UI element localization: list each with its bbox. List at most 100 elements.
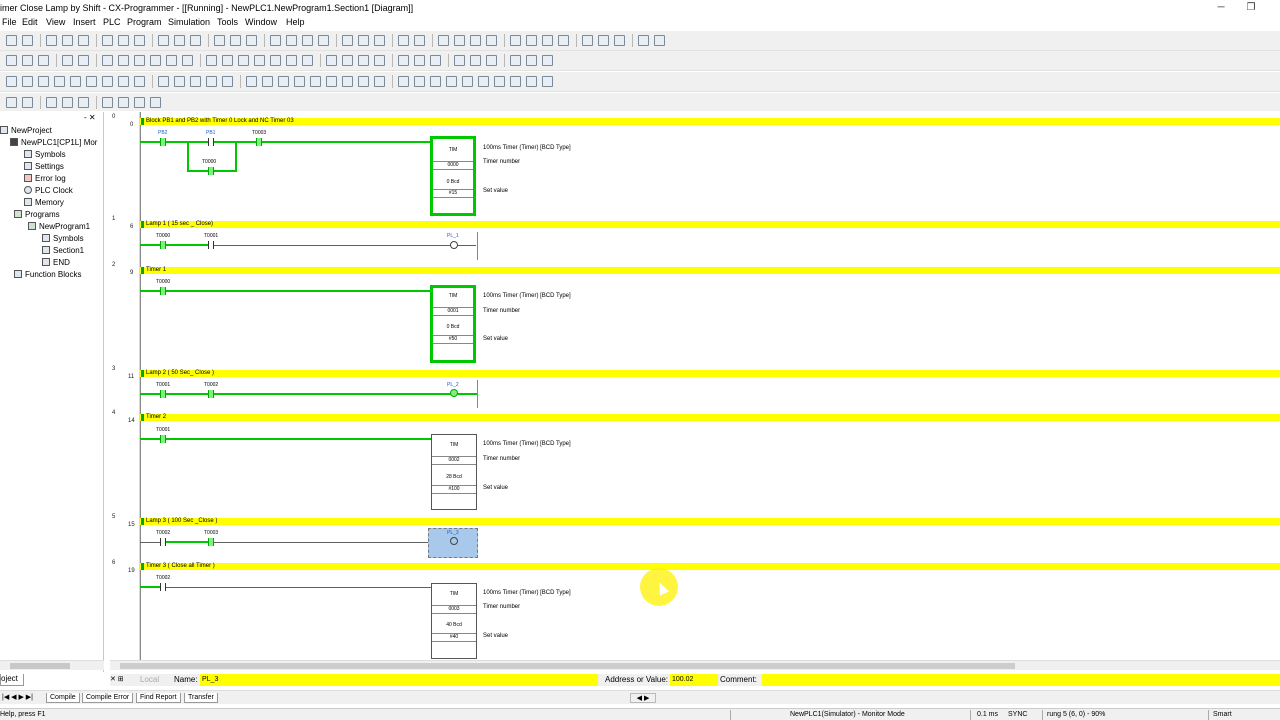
toolbar-tool-icon[interactable] [206, 76, 217, 87]
toolbar-tool-icon[interactable] [102, 97, 113, 108]
toolbar-tool-icon[interactable] [414, 35, 425, 46]
toolbar-tool-icon[interactable] [246, 35, 257, 46]
toolbar-tool-icon[interactable] [190, 76, 201, 87]
toolbar-tool-icon[interactable] [78, 35, 89, 46]
toolbar-tool-icon[interactable] [22, 55, 33, 66]
toolbar-tool-icon[interactable] [70, 76, 81, 87]
menu-help[interactable]: Help [286, 17, 305, 27]
timer-block[interactable]: TIM 0003 40 Bcd #40 [431, 583, 477, 659]
timer-block-active[interactable]: TIM 0000 0 Bcd #15 [430, 136, 476, 216]
toolbar-tool-icon[interactable] [526, 76, 537, 87]
toolbar-tool-icon[interactable] [454, 55, 465, 66]
menu-tools[interactable]: Tools [217, 17, 238, 27]
minimize-button[interactable]: ─ [1206, 0, 1236, 16]
tab-compile-error[interactable]: Compile Error [82, 693, 134, 703]
toolbar-tool-icon[interactable] [86, 76, 97, 87]
diagram-scroll-thumb[interactable] [120, 663, 1015, 669]
tab-transfer[interactable]: Transfer [184, 693, 218, 703]
toolbar-tool-icon[interactable] [150, 97, 161, 108]
rung-comment[interactable]: Block PB1 and PB2 with Timer 0 Lock and … [140, 118, 1280, 125]
toolbar-tool-icon[interactable] [158, 76, 169, 87]
rung-comment[interactable]: Lamp 2 ( 50 Sec_ Close ) [140, 370, 1280, 377]
toolbar-tool-icon[interactable] [374, 76, 385, 87]
toolbar-tool-icon[interactable] [38, 76, 49, 87]
tree-item-section1[interactable]: Section1 [0, 245, 97, 257]
no-contact[interactable] [160, 538, 166, 546]
no-contact-energized[interactable] [160, 390, 166, 398]
toolbar-tool-icon[interactable] [174, 76, 185, 87]
toolbar-tool-icon[interactable] [214, 35, 225, 46]
toolbar-tool-icon[interactable] [150, 55, 161, 66]
toolbar-tool-icon[interactable] [54, 76, 65, 87]
diagram-hscrollbar[interactable] [110, 660, 1280, 670]
toolbar-tool-icon[interactable] [542, 76, 553, 87]
toolbar-tool-icon[interactable] [358, 35, 369, 46]
toolbar-tool-icon[interactable] [526, 55, 537, 66]
toolbar-tool-icon[interactable] [398, 35, 409, 46]
menu-file[interactable]: File [2, 17, 17, 27]
toolbar-tool-icon[interactable] [78, 55, 89, 66]
toolbar-tool-icon[interactable] [102, 76, 113, 87]
toolbar-tool-icon[interactable] [470, 55, 481, 66]
toolbar-tool-icon[interactable] [294, 76, 305, 87]
toolbar-tool-icon[interactable] [206, 55, 217, 66]
toolbar-tool-icon[interactable] [454, 35, 465, 46]
toolbar-tool-icon[interactable] [582, 35, 593, 46]
no-contact-energized[interactable] [208, 167, 214, 175]
toolbar-tool-icon[interactable] [302, 35, 313, 46]
toolbar-tool-icon[interactable] [174, 35, 185, 46]
tree-scroll-thumb[interactable] [10, 663, 70, 669]
tab-compile[interactable]: Compile [46, 693, 80, 703]
toolbar-tool-icon[interactable] [310, 76, 321, 87]
toolbar-tool-icon[interactable] [302, 55, 313, 66]
toolbar-tool-icon[interactable] [654, 35, 665, 46]
toolbar-tool-icon[interactable] [6, 97, 17, 108]
comment-field[interactable] [762, 674, 1280, 686]
toolbar-tool-icon[interactable] [246, 76, 257, 87]
toolbar-tool-icon[interactable] [638, 35, 649, 46]
nc-contact-energized[interactable] [256, 138, 262, 146]
toolbar-tool-icon[interactable] [510, 55, 521, 66]
menu-plc[interactable]: PLC [103, 17, 121, 27]
toolbar-tool-icon[interactable] [398, 76, 409, 87]
toolbar-tool-icon[interactable] [78, 97, 89, 108]
toolbar-tool-icon[interactable] [358, 55, 369, 66]
tree-item-plc-clock[interactable]: PLC Clock [0, 185, 97, 197]
toolbar-tool-icon[interactable] [478, 76, 489, 87]
toolbar-tool-icon[interactable] [526, 35, 537, 46]
rung-comment[interactable]: Timer 3 ( Close all Timer ) [140, 563, 1280, 570]
toolbar-tool-icon[interactable] [278, 76, 289, 87]
no-contact-energized[interactable] [160, 138, 166, 146]
toolbar-tool-icon[interactable] [134, 76, 145, 87]
output-coil-selected[interactable] [450, 537, 458, 545]
tree-item-programs[interactable]: Programs [0, 209, 97, 221]
tree-item-program-symbols[interactable]: Symbols [0, 233, 97, 245]
toolbar-tool-icon[interactable] [118, 97, 129, 108]
tree-item-end[interactable]: END [0, 257, 97, 269]
toolbar-tool-icon[interactable] [134, 55, 145, 66]
toolbar-tool-icon[interactable] [398, 55, 409, 66]
tree-item-settings[interactable]: Settings [0, 161, 97, 173]
toolbar-tool-icon[interactable] [102, 55, 113, 66]
tree-item-error-log[interactable]: Error log [0, 173, 97, 185]
close-bar-icon[interactable]: ✕ ⊞ [110, 675, 124, 683]
workspace-close-icon[interactable]: - ✕ [84, 114, 102, 122]
tree-hscrollbar[interactable] [0, 660, 104, 670]
toolbar-tool-icon[interactable] [430, 55, 441, 66]
toolbar-tool-icon[interactable] [358, 76, 369, 87]
timer-block-active[interactable]: TIM 0001 0 Bcd #50 [430, 285, 476, 363]
no-contact[interactable] [208, 138, 214, 146]
toolbar-tool-icon[interactable] [62, 97, 73, 108]
toolbar-tool-icon[interactable] [486, 55, 497, 66]
menu-edit[interactable]: Edit [22, 17, 38, 27]
toolbar-tool-icon[interactable] [342, 55, 353, 66]
toolbar-tool-icon[interactable] [102, 35, 113, 46]
toolbar-tool-icon[interactable] [494, 76, 505, 87]
ladder-diagram[interactable]: Block PB1 and PB2 with Timer 0 Lock and … [140, 112, 1280, 660]
toolbar-tool-icon[interactable] [62, 55, 73, 66]
tab-find-report[interactable]: Find Report [136, 693, 181, 703]
toolbar-tool-icon[interactable] [414, 55, 425, 66]
toolbar-tool-icon[interactable] [286, 55, 297, 66]
toolbar-tool-icon[interactable] [62, 35, 73, 46]
toolbar-tool-icon[interactable] [286, 35, 297, 46]
